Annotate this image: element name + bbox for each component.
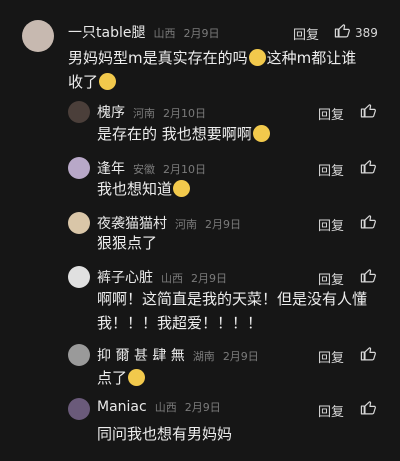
comment-meta: Maniac 山西 2月9日 [97, 399, 221, 415]
comment-item: 一只table腿 山西 2月9日 回复 389 男妈妈型m是真实存在的吗 这种m都… [0, 0, 400, 95]
avatar[interactable] [68, 101, 90, 123]
date: 2月9日 [183, 27, 220, 40]
thumbs-up-icon [360, 345, 377, 366]
username[interactable]: 夜袭猫猫村 [97, 213, 167, 233]
comment-meta: 夜袭猫猫村 河南 2月9日 [97, 213, 241, 233]
avatar[interactable] [68, 398, 90, 420]
location: 山西 [154, 401, 177, 414]
comment-meta: 抑 爾 甚 肆 無 湖南 2月9日 [97, 345, 259, 365]
username[interactable]: 裤子心脏 [97, 267, 153, 287]
comment-meta: 一只table腿 山西 2月9日 [68, 22, 219, 42]
reply-button[interactable]: 回复 [318, 104, 344, 123]
thumbs-up-icon [360, 267, 377, 288]
reply-button[interactable]: 回复 [318, 401, 344, 420]
comment-thread: 一只table腿 山西 2月9日 回复 389 男妈妈型m是真实存在的吗 这种m都… [0, 0, 400, 461]
crying-emoji-icon [128, 369, 146, 386]
comment-text-part: 点了 [97, 369, 128, 387]
location: 湖南 [192, 350, 215, 363]
thumbs-up-icon [360, 158, 377, 179]
comment-meta: 槐序 河南 2月10日 [97, 102, 206, 122]
grimace-emoji-icon [248, 49, 266, 66]
like-button[interactable] [360, 345, 377, 366]
reply-button[interactable]: 回复 [293, 24, 319, 43]
comment-text: 啊啊！这简直是我的天菜！但是没有人懂 我！！！我超爱！！！！ [97, 287, 387, 335]
reply-button[interactable]: 回复 [318, 215, 344, 234]
location: 山西 [153, 27, 176, 40]
comment-text: 同问我也想有男妈妈 [97, 422, 232, 446]
thumbs-up-icon [360, 399, 377, 420]
comment-text-line: 我！！！我超爱！！！！ [97, 314, 263, 332]
like-button[interactable] [360, 158, 377, 179]
comment-text: 我也想知道 [97, 177, 191, 201]
reply-button[interactable]: 回复 [318, 269, 344, 288]
location: 河南 [175, 218, 197, 231]
location: 安徽 [133, 163, 155, 176]
username[interactable]: Maniac [97, 399, 147, 415]
comment-text: 男妈妈型m是真实存在的吗 这种m都让谁收了 [68, 46, 368, 94]
avatar[interactable] [68, 157, 90, 179]
like-button[interactable] [360, 399, 377, 420]
location: 山西 [161, 272, 183, 285]
date: 2月9日 [205, 218, 241, 231]
smirk-emoji-icon [173, 180, 191, 197]
like-button[interactable]: 389 [334, 22, 378, 43]
like-button[interactable] [360, 213, 377, 234]
date: 2月9日 [222, 350, 259, 363]
date: 2月10日 [163, 163, 206, 176]
like-button[interactable] [360, 267, 377, 288]
avatar[interactable] [68, 344, 90, 366]
like-button[interactable] [360, 102, 377, 123]
comment-text-part: 男妈妈型m是真实存在的吗 [68, 49, 248, 67]
comment-text: 点了 [97, 366, 146, 390]
date: 2月10日 [163, 107, 206, 120]
reply-button[interactable]: 回复 [318, 347, 344, 366]
username[interactable]: 一只table腿 [68, 22, 145, 42]
avatar[interactable] [22, 20, 54, 52]
thumbs-up-icon [360, 213, 377, 234]
comment-text-part: 是存在的 我也想要啊啊 [97, 125, 252, 143]
comment-text: 狠狠点了 [97, 231, 157, 255]
comment-text-line: 啊啊！这简直是我的天菜！但是没有人懂 [97, 290, 368, 308]
comment-text: 是存在的 我也想要啊啊 [97, 122, 271, 146]
thumbs-up-icon [360, 102, 377, 123]
comment-text-part: 狠狠点了 [97, 234, 158, 252]
comment-meta: 逢年 安徽 2月10日 [97, 158, 206, 178]
comment-text-part: 我也想知道 [97, 180, 173, 198]
grimace-emoji-icon [99, 73, 117, 90]
comment-meta: 裤子心脏 山西 2月9日 [97, 267, 227, 287]
thumbs-up-icon [334, 22, 351, 43]
username[interactable]: 逢年 [97, 158, 125, 178]
like-count: 389 [355, 25, 378, 40]
date: 2月9日 [191, 272, 227, 285]
location: 河南 [133, 107, 155, 120]
avatar[interactable] [68, 212, 90, 234]
username[interactable]: 槐序 [97, 102, 125, 122]
reply-button[interactable]: 回复 [318, 160, 344, 179]
username[interactable]: 抑 爾 甚 肆 無 [97, 345, 185, 365]
date: 2月9日 [184, 401, 221, 414]
grimace-emoji-icon [252, 125, 270, 142]
avatar[interactable] [68, 266, 90, 288]
comment-text-part: 同问我也想有男妈妈 [97, 425, 233, 443]
